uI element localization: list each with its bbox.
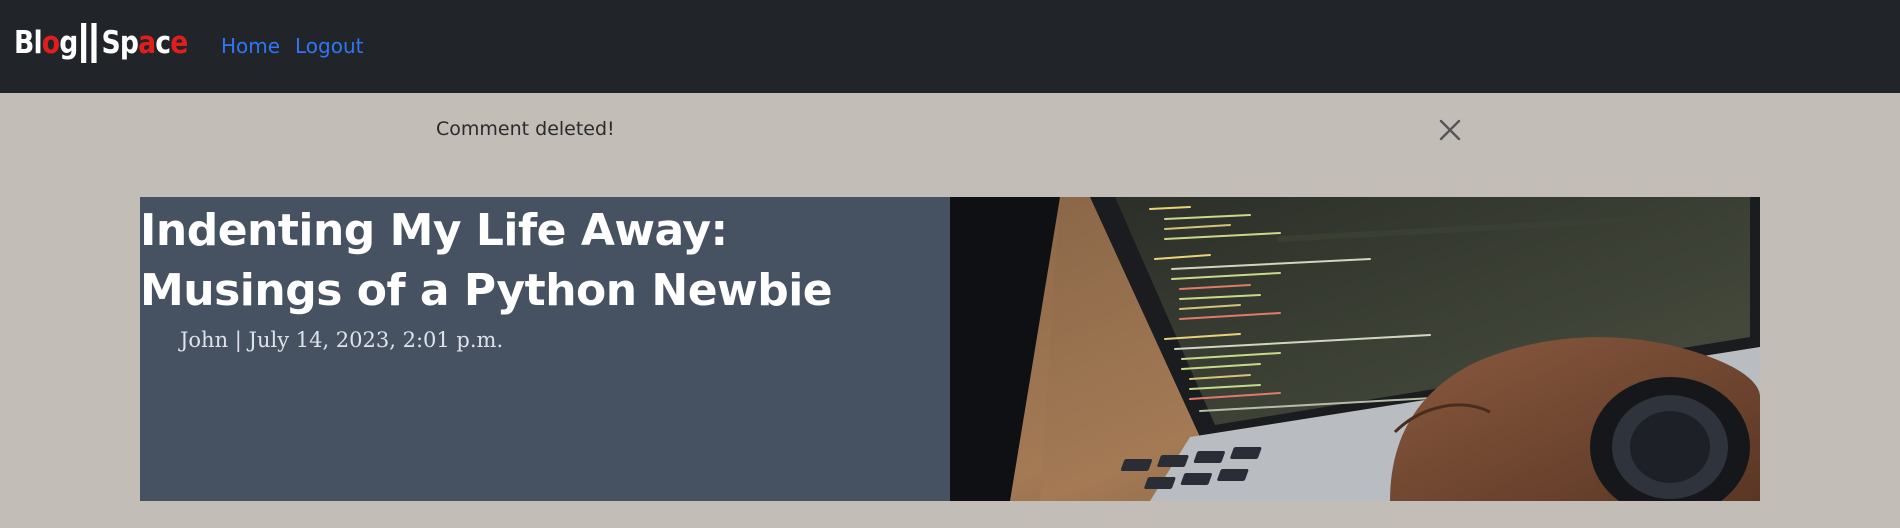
alert-text: Comment deleted! — [436, 118, 615, 140]
close-icon-svg — [1439, 119, 1461, 141]
brand-text-2b: a — [138, 25, 156, 61]
brand-logo[interactable]: Bl o g Sp a c e — [14, 20, 188, 66]
brand-text-1c: g — [59, 25, 78, 61]
navbar: Bl o g Sp a c e Home Logout — [0, 0, 1900, 93]
brand-text-2a: Sp — [101, 25, 139, 61]
close-icon[interactable] — [1434, 114, 1466, 146]
brand-text-1b: o — [41, 25, 60, 61]
nav-link-home[interactable]: Home — [221, 34, 280, 58]
brand-divider — [91, 23, 97, 63]
alert-message: Comment deleted! — [420, 108, 1480, 152]
brand-text-2c: c — [155, 25, 171, 61]
nav-link-logout[interactable]: Logout — [295, 34, 363, 58]
post-title: Indenting My Life Away: Musings of a Pyt… — [140, 205, 833, 316]
brand-text-1a: Bl — [14, 25, 43, 61]
brand-text-2d: e — [170, 25, 188, 61]
post-meta: John | July 14, 2023, 2:01 p.m. — [180, 328, 504, 352]
brand-divider — [80, 23, 87, 63]
post-hero: Indenting My Life Away: Musings of a Pyt… — [140, 197, 1760, 501]
laptop-with-code-photo — [950, 197, 1760, 501]
